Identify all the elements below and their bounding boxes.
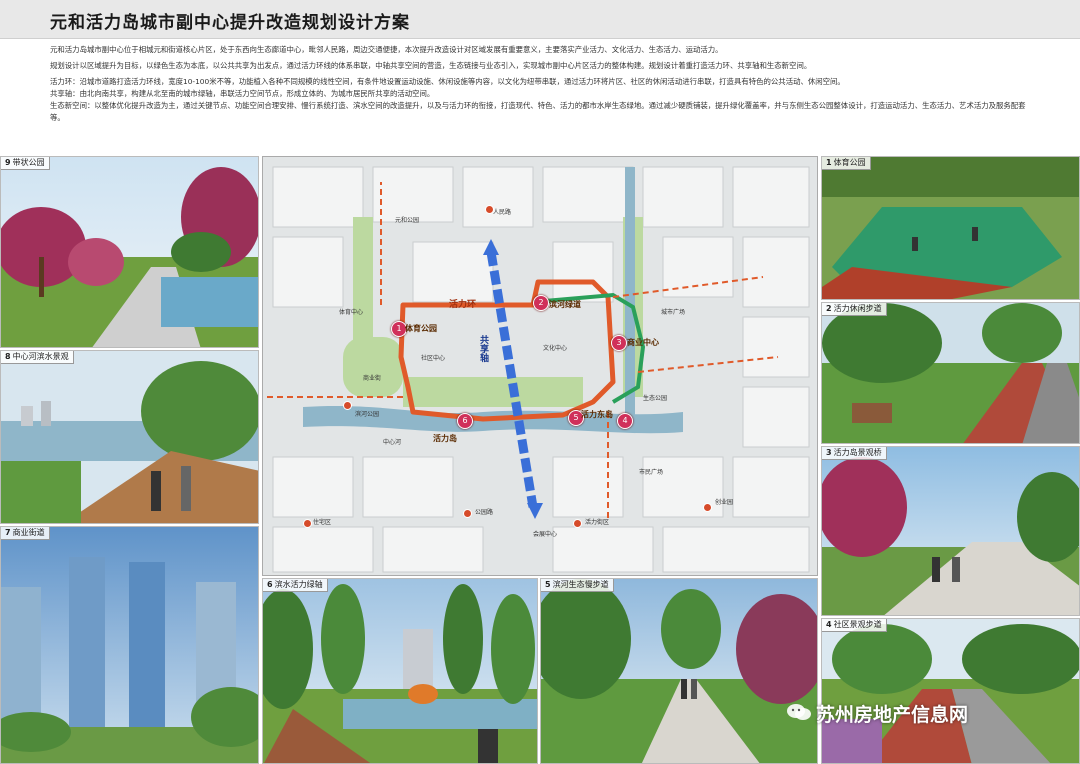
- poi-label: 城市广场: [661, 309, 686, 316]
- poi-dot: [703, 503, 712, 512]
- poi-label: 体育中心: [339, 309, 364, 316]
- poi-river-greenway: 滨河绿道: [549, 300, 581, 309]
- panel-9-linear-park: 9 带状公园: [0, 156, 259, 348]
- poi-label: 会展中心: [533, 531, 558, 538]
- poi-dot: [573, 519, 582, 528]
- poi-label: 活力街区: [585, 519, 610, 526]
- ring-label: 活力环: [449, 300, 477, 310]
- poi-east-island: 活力东岛: [581, 410, 613, 419]
- intro-paragraph-3: 活力环：沿城市道路打造活力环线，宽度10-100米不等，功能植入各种不同规模的线…: [50, 77, 845, 86]
- panel-5-eco-walkway: 5 滨河生态慢步道: [540, 578, 818, 764]
- poi-label: 滨河公园: [355, 411, 380, 418]
- community-walkway-image: [822, 619, 1079, 763]
- panel-7-commercial-street: 7 商业街道: [0, 526, 259, 764]
- panel-4-community-walkway: 4 社区景观步道: [821, 618, 1080, 764]
- waterfront-axis-image: [263, 579, 537, 763]
- site-plan-drawing: [263, 157, 817, 575]
- panel-2-leisure-path: 2 活力休闲步道: [821, 302, 1080, 444]
- panel-5-label: 5 滨河生态慢步道: [541, 579, 614, 592]
- poi-label: 商业街: [363, 375, 382, 382]
- poi-label: 社区中心: [421, 355, 446, 362]
- linear-park-image: [1, 157, 258, 347]
- watermark-text: 苏州房地产信息网: [816, 704, 969, 726]
- marker-6: 6: [457, 413, 473, 429]
- panel-1-sports-park: 1 体育公园: [821, 156, 1080, 300]
- panel-9-label: 9 带状公园: [1, 157, 50, 170]
- intro-text: 元和活力岛城市副中心位于相城元和街道核心片区，处于东西向生态廊道中心，毗邻人民路…: [50, 44, 1040, 128]
- intro-paragraph-1: 元和活力岛城市副中心位于相城元和街道核心片区，处于东西向生态廊道中心，毗邻人民路…: [50, 45, 723, 54]
- panel-7-label: 7 商业街道: [1, 527, 50, 540]
- marker-3: 3: [611, 335, 627, 351]
- intro-paragraph-5: 生态新空间：以整体优化提升改造为主，通过关键节点、功能空间合理安排、慢行系统打造…: [50, 101, 1026, 122]
- poi-label: 生态公园: [643, 395, 668, 402]
- poi-label: 元和公园: [395, 217, 420, 224]
- poi-label: 公园路: [475, 509, 494, 516]
- panel-4-label: 4 社区景观步道: [822, 619, 887, 632]
- leisure-path-image: [822, 303, 1079, 443]
- site-plan-map: 活力环 共享轴 1 2 3 4 5 6 体育公园 滨河绿道 活力岛 活力东岛 商…: [262, 156, 818, 576]
- panel-8-riverside: 8 中心河滨水景观: [0, 350, 259, 524]
- panel-3-landscape-bridge: 3 活力岛景观桥: [821, 446, 1080, 616]
- poi-label: 创业园: [715, 499, 734, 506]
- eco-walkway-image: [541, 579, 817, 763]
- panel-6-label: 6 滨水活力绿轴: [263, 579, 328, 592]
- panel-2-label: 2 活力休闲步道: [822, 303, 887, 316]
- panel-8-label: 8 中心河滨水景观: [1, 351, 74, 364]
- panel-1-label: 1 体育公园: [822, 157, 871, 170]
- intro-paragraph-4: 共享轴：由北向南共享，构建从北至南的城市绿轴，串联活力空间节点，形成立体的、为城…: [50, 89, 435, 98]
- page-title: 元和活力岛城市副中心提升改造规划设计方案: [50, 13, 410, 33]
- sports-park-image: [822, 157, 1079, 299]
- poi-dot: [343, 401, 352, 410]
- marker-2: 2: [533, 295, 549, 311]
- commercial-street-image: [1, 527, 258, 763]
- intro-paragraph-2: 规划设计以区域提升为目标，以绿色生态为本底，以公共共享为出发点，通过活力环线的体…: [50, 61, 812, 70]
- poi-label: 中心河: [383, 439, 402, 446]
- poi-label: 市民广场: [639, 469, 664, 476]
- poi-dot: [303, 519, 312, 528]
- landscape-bridge-image: [822, 447, 1079, 615]
- poi-label: 人民路: [493, 209, 512, 216]
- poi-label: 文化中心: [543, 345, 568, 352]
- marker-4: 4: [617, 413, 633, 429]
- poi-vitality-island: 活力岛: [433, 434, 457, 443]
- title-bar: 元和活力岛城市副中心提升改造规划设计方案: [0, 0, 1080, 39]
- poi-dot: [463, 509, 472, 518]
- poi-commercial-center: 商业中心: [627, 338, 659, 347]
- poi-label: 住宅区: [313, 519, 332, 526]
- panel-6-waterfront-axis: 6 滨水活力绿轴: [262, 578, 538, 764]
- poi-sports-park: 体育公园: [405, 324, 437, 333]
- riverside-image: [1, 351, 258, 523]
- panel-3-label: 3 活力岛景观桥: [822, 447, 887, 460]
- wechat-icon: [787, 704, 811, 720]
- axis-label: 共享轴: [478, 335, 488, 362]
